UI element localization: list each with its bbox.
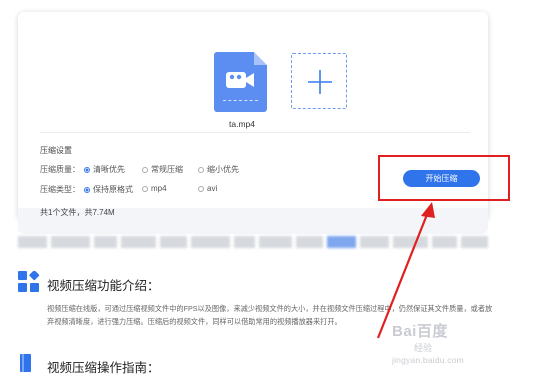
baidu-jingyan-watermark: Bai百度 经验 jingyan.baidu.com [392, 318, 522, 372]
blurred-banner [18, 236, 488, 248]
option-label: 清晰优先 [93, 165, 125, 174]
file-summary: 共1个文件，共7.74M [40, 208, 115, 217]
divider [40, 132, 470, 133]
feature-grid-icon [18, 271, 40, 292]
video-camera-icon [226, 72, 254, 88]
quality-option-clear[interactable]: 清晰优先 [84, 164, 125, 175]
radio[interactable] [198, 166, 204, 173]
quality-label: 压缩质量： [40, 165, 80, 174]
book-icon [20, 354, 31, 372]
radio[interactable] [198, 185, 204, 192]
radio[interactable] [142, 185, 148, 192]
watermark-url: jingyan.baidu.com [392, 355, 464, 365]
quality-option-small[interactable]: 缩小优先 [198, 164, 239, 175]
video-file-thumbnail[interactable] [214, 52, 267, 112]
intro-title: 视频压缩功能介绍： [47, 279, 160, 293]
file-name: ta.mp4 [229, 119, 255, 129]
annotation-highlight-box [378, 155, 510, 201]
guide-title: 视频压缩操作指南： [47, 361, 160, 375]
type-option-keep[interactable]: 保持原格式 [84, 184, 133, 195]
option-label: mp4 [151, 184, 167, 193]
plus-icon [308, 70, 332, 94]
add-file-button[interactable] [291, 53, 347, 109]
option-label: 常规压缩 [151, 165, 183, 174]
option-label: 缩小优先 [207, 165, 239, 174]
option-label: 保持原格式 [93, 185, 133, 194]
watermark-logo: Bai百度 [392, 323, 448, 340]
option-label: avi [207, 184, 218, 193]
radio[interactable] [142, 166, 148, 173]
page-fold [254, 52, 267, 65]
type-option-avi[interactable]: avi [198, 184, 217, 193]
radio-selected[interactable] [84, 186, 90, 193]
radio-selected[interactable] [84, 166, 90, 173]
dashed-line [223, 100, 258, 101]
type-label: 压缩类型： [40, 185, 80, 194]
quality-option-normal[interactable]: 常规压缩 [142, 164, 183, 175]
watermark-sub: 经验 [414, 343, 433, 353]
settings-title: 压缩设置 [40, 146, 72, 155]
type-option-mp4[interactable]: mp4 [142, 184, 167, 193]
